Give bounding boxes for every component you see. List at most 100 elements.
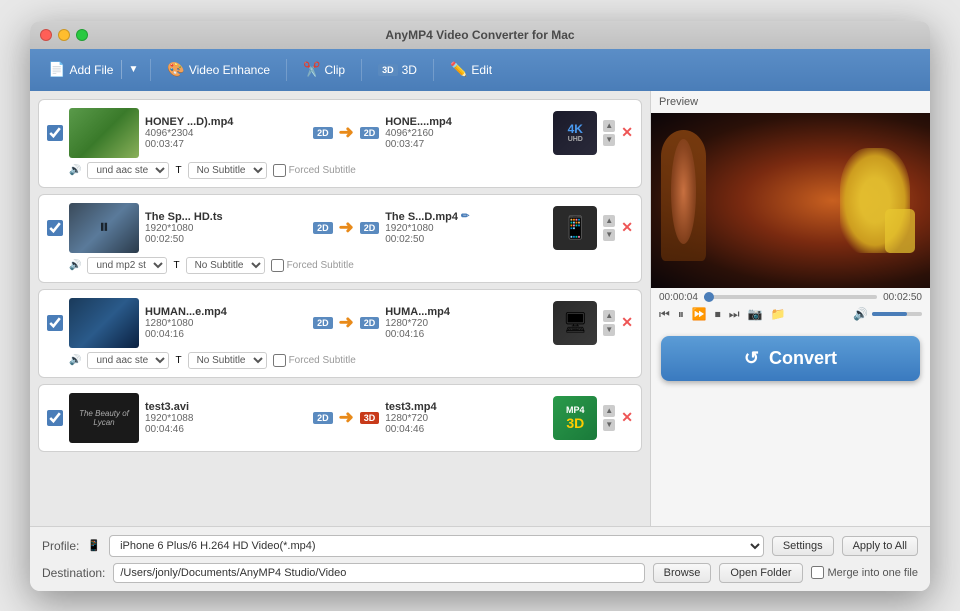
convert-button[interactable]: ↺ Convert	[661, 336, 920, 381]
file-thumbnail-2: ⏸	[69, 203, 139, 253]
file-list: HONEY ...D).mp4 4096*2304 00:03:47 2D ➜ …	[30, 91, 650, 526]
play-pause-button[interactable]: ⏸	[678, 307, 684, 322]
folder-button[interactable]: 📁	[771, 307, 786, 321]
file-item-bottom-2: 🔊 und mp2 st T No Subtitle Forced Subtit…	[47, 257, 633, 274]
separator-1	[150, 59, 151, 81]
apply-all-button[interactable]: Apply to All	[842, 536, 918, 556]
add-file-button[interactable]: 📄 Add File	[40, 57, 121, 82]
convert-icon: ↺	[744, 348, 759, 369]
volume-bar[interactable]	[872, 312, 922, 316]
input-meta-2: The Sp... HD.ts 1920*1080 00:02:50	[145, 211, 307, 245]
output-res-4: 1280*720	[385, 413, 547, 424]
remove-file-1[interactable]: ✕	[621, 124, 633, 141]
audio-select-2[interactable]: und mp2 st	[87, 257, 167, 274]
time-total: 00:02:50	[883, 292, 922, 303]
file-checkbox-4[interactable]	[47, 410, 63, 426]
forced-subtitle-2: Forced Subtitle	[271, 259, 354, 272]
output-name-3: HUMA...mp4	[385, 306, 547, 318]
scroll-down-4[interactable]: ▼	[603, 419, 615, 431]
destination-input[interactable]	[113, 563, 644, 583]
output-name-4: test3.mp4	[385, 401, 547, 413]
main-content: HONEY ...D).mp4 4096*2304 00:03:47 2D ➜ …	[30, 91, 930, 526]
clip-button[interactable]: ✂️ Clip	[293, 57, 355, 82]
app-window: AnyMP4 Video Converter for Mac 📄 Add Fil…	[30, 21, 930, 591]
input-res-4: 1920*1088	[145, 413, 307, 424]
forced-subtitle-checkbox-2[interactable]	[271, 259, 284, 272]
scroll-down-3[interactable]: ▼	[603, 324, 615, 336]
output-meta-2: The S...D.mp4 ✏ 1920*1080 00:02:50	[385, 211, 547, 245]
toolbar: 📄 Add File ▼ 🎨 Video Enhance ✂️ Clip 3D …	[30, 49, 930, 91]
output-res-1: 4096*2160	[385, 128, 547, 139]
file-item-bottom-1: 🔊 und aac ste T No Subtitle Forced Subti…	[47, 162, 633, 179]
list-item: HUMAN...e.mp4 1280*1080 00:04:16 2D ➜ 2D…	[38, 289, 642, 378]
close-button[interactable]	[40, 29, 52, 41]
volume-icon[interactable]: 🔊	[853, 307, 868, 321]
preview-controls: 00:00:04 00:02:50 ⏮ ⏸ ⏩ ⏹ ⏭ 📷 📁	[651, 288, 930, 326]
file-info-3: HUMAN...e.mp4 1280*1080 00:04:16 2D ➜ 2D…	[145, 301, 597, 345]
input-meta-1: HONEY ...D).mp4 4096*2304 00:03:47	[145, 116, 307, 150]
file-item-top-3: HUMAN...e.mp4 1280*1080 00:04:16 2D ➜ 2D…	[47, 298, 633, 348]
video-enhance-button[interactable]: 🎨 Video Enhance	[157, 57, 280, 82]
scroll-up-1[interactable]: ▲	[603, 120, 615, 132]
output-duration-1: 00:03:47	[385, 139, 547, 150]
output-2d-badge-3: 2D	[360, 317, 380, 329]
skip-end-button[interactable]: ⏭	[729, 307, 740, 322]
subtitle-icon-1: T	[175, 165, 181, 176]
file-checkbox-3[interactable]	[47, 315, 63, 331]
edit-output-name-2[interactable]: ✏	[461, 211, 469, 222]
arrow-icon-4: ➜	[339, 407, 354, 428]
scroll-down-2[interactable]: ▼	[603, 229, 615, 241]
remove-file-4[interactable]: ✕	[621, 409, 633, 426]
volume-fill	[872, 312, 907, 316]
settings-button[interactable]: Settings	[772, 536, 834, 556]
merge-checkbox[interactable]	[811, 566, 824, 579]
file-item-top-2: ⏸ The Sp... HD.ts 1920*1080 00:02:50 2D …	[47, 203, 633, 253]
arrow-icon-1: ➜	[339, 122, 354, 143]
subtitle-select-3[interactable]: No Subtitle	[188, 352, 267, 369]
subtitle-select-2[interactable]: No Subtitle	[186, 257, 265, 274]
scroll-down-1[interactable]: ▼	[603, 134, 615, 146]
input-meta-4: test3.avi 1920*1088 00:04:46	[145, 401, 307, 435]
minimize-button[interactable]	[58, 29, 70, 41]
3d-button[interactable]: 3D 3D	[368, 59, 427, 81]
forced-subtitle-checkbox-1[interactable]	[273, 164, 286, 177]
skip-start-button[interactable]: ⏮	[659, 307, 670, 322]
separator-3	[361, 59, 362, 81]
output-duration-4: 00:04:46	[385, 424, 547, 435]
scroll-up-3[interactable]: ▲	[603, 310, 615, 322]
stop-button[interactable]: ⏹	[715, 307, 721, 322]
open-folder-button[interactable]: Open Folder	[719, 563, 802, 583]
snapshot-button[interactable]: 📷	[748, 307, 763, 321]
maximize-button[interactable]	[76, 29, 88, 41]
output-meta-1: HONE....mp4 4096*2160 00:03:47	[385, 116, 547, 150]
audio-select-3[interactable]: und aac ste	[87, 352, 169, 369]
remove-file-3[interactable]: ✕	[621, 314, 633, 331]
scroll-up-2[interactable]: ▲	[603, 215, 615, 227]
destination-row: Destination: Browse Open Folder Merge in…	[42, 563, 918, 583]
preview-frame	[651, 113, 930, 288]
arrow-icon-3: ➜	[339, 312, 354, 333]
subtitle-select-1[interactable]: No Subtitle	[188, 162, 267, 179]
fast-forward-button[interactable]: ⏩	[692, 307, 707, 321]
file-checkbox-1[interactable]	[47, 125, 63, 141]
time-current: 00:00:04	[659, 292, 698, 303]
profile-select[interactable]: iPhone 6 Plus/6 H.264 HD Video(*.mp4)	[109, 535, 764, 557]
progress-bar[interactable]	[704, 295, 877, 299]
audio-select-1[interactable]: und aac ste	[87, 162, 169, 179]
input-duration-4: 00:04:46	[145, 424, 307, 435]
forced-subtitle-checkbox-3[interactable]	[273, 354, 286, 367]
file-checkbox-2[interactable]	[47, 220, 63, 236]
browse-button[interactable]: Browse	[653, 563, 712, 583]
input-name-1: HONEY ...D).mp4	[145, 116, 307, 128]
output-res-2: 1920*1080	[385, 223, 547, 234]
format-badge-1: 4K UHD	[553, 111, 597, 155]
scroll-up-4[interactable]: ▲	[603, 405, 615, 417]
add-file-dropdown-button[interactable]: ▼	[121, 60, 144, 79]
forced-subtitle-3: Forced Subtitle	[273, 354, 356, 367]
separator-2	[286, 59, 287, 81]
edit-button[interactable]: ✏️ Edit	[440, 57, 502, 82]
input-name-3: HUMAN...e.mp4	[145, 306, 307, 318]
preview-panel: Preview 00:00:04	[650, 91, 930, 526]
remove-file-2[interactable]: ✕	[621, 219, 633, 236]
input-duration-3: 00:04:16	[145, 329, 307, 340]
